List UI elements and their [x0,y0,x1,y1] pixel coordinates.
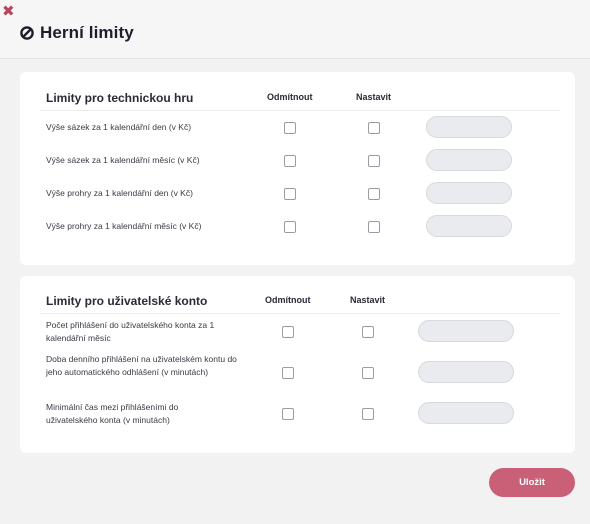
limit-label: Výše prohry za 1 kalendářní den (v Kč) [46,188,193,198]
divider [40,110,560,111]
save-button[interactable]: Uložit [489,468,575,497]
limit-input[interactable] [426,116,512,138]
decline-checkbox[interactable] [284,155,296,167]
limit-input[interactable] [418,402,514,424]
user-account-limits-card: Limity pro uživatelské konto Odmítnout N… [20,276,575,453]
column-header-decline: Odmítnout [267,92,313,102]
set-checkbox[interactable] [362,408,374,420]
section-title: Limity pro technickou hru [46,91,194,105]
limit-input[interactable] [426,182,512,204]
limit-label: Výše sázek za 1 kalendářní měsíc (v Kč) [46,155,200,165]
column-header-set: Nastavit [350,295,386,305]
decline-checkbox[interactable] [284,221,296,233]
limit-input[interactable] [418,361,514,383]
modal-header: ✖ Herní limity [0,0,590,59]
limit-label: Minimální čas mezi přihlášeními do uživa… [46,402,179,425]
set-checkbox[interactable] [362,326,374,338]
set-checkbox[interactable] [368,221,380,233]
decline-checkbox[interactable] [282,326,294,338]
title-wrap: Herní limity [20,22,134,44]
set-checkbox[interactable] [362,367,374,379]
close-icon[interactable]: ✖ [2,4,16,20]
slashed-circle-icon [20,26,34,40]
limit-input[interactable] [426,215,512,237]
technical-game-limits-card: Limity pro technickou hru Odmítnout Nast… [20,72,575,265]
column-header-set: Nastavit [356,92,392,102]
set-checkbox[interactable] [368,155,380,167]
page-title: Herní limity [40,23,134,42]
set-checkbox[interactable] [368,188,380,200]
set-checkbox[interactable] [368,122,380,134]
divider [40,313,560,314]
decline-checkbox[interactable] [282,367,294,379]
decline-checkbox[interactable] [284,188,296,200]
limit-input[interactable] [426,149,512,171]
limit-input[interactable] [418,320,514,342]
decline-checkbox[interactable] [284,122,296,134]
column-header-decline: Odmítnout [265,295,311,305]
decline-checkbox[interactable] [282,408,294,420]
limit-label: Počet přihlášení do uživatelského konta … [46,320,215,343]
limit-label: Výše sázek za 1 kalendářní den (v Kč) [46,122,192,132]
section-title: Limity pro uživatelské konto [46,294,208,308]
limit-label: Doba denního přihlášení na uživatelském … [46,354,237,377]
limit-label: Výše prohry za 1 kalendářní měsíc (v Kč) [46,221,202,231]
